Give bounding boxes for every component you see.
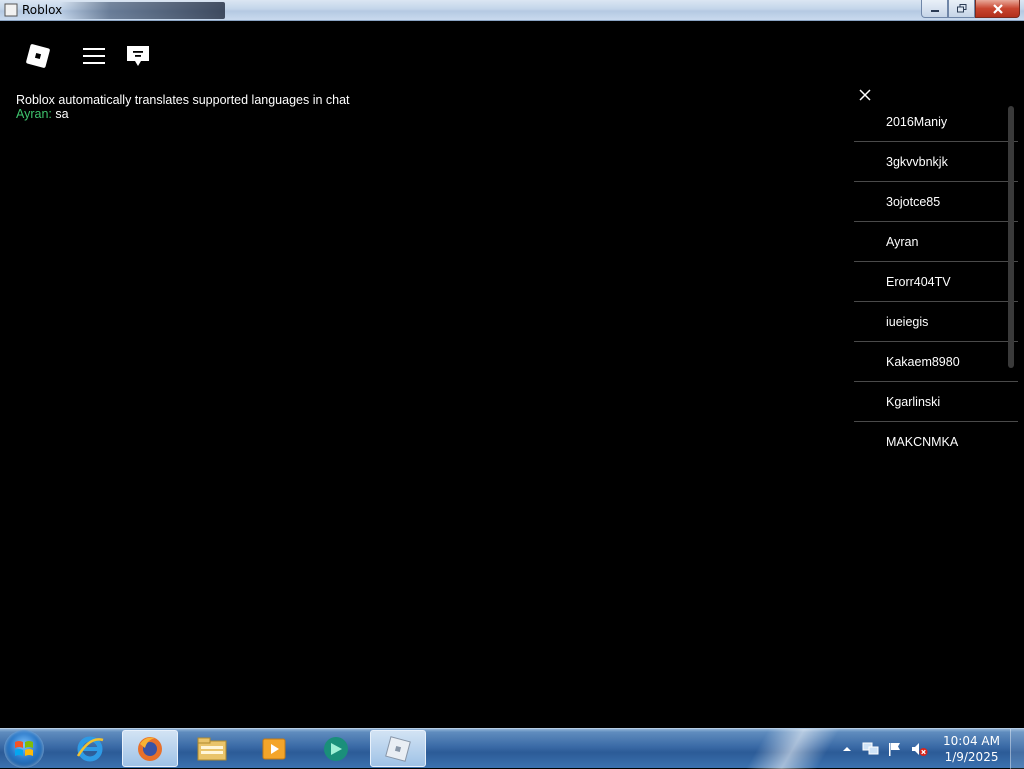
- show-hidden-icons-button[interactable]: [837, 739, 857, 759]
- chat-speaker: Ayran:: [16, 107, 52, 121]
- roblox-logo-icon: [26, 44, 50, 68]
- taskbar: 10:04 AM 1/9/2025: [0, 728, 1024, 769]
- network-icon: [862, 742, 879, 755]
- start-orb-icon: [15, 741, 33, 756]
- chat-icon: [127, 46, 149, 66]
- start-button[interactable]: [4, 730, 44, 768]
- restore-button[interactable]: [948, 0, 975, 18]
- action-center-tray-button[interactable]: [885, 739, 905, 759]
- close-window-icon: [992, 3, 1003, 14]
- internet-explorer-icon: [76, 736, 104, 761]
- network-tray-button[interactable]: [861, 739, 881, 759]
- player-list-item[interactable]: Ayran: [854, 222, 1018, 262]
- volume-muted-icon: [912, 743, 928, 756]
- clock-date: 1/9/2025: [944, 750, 999, 764]
- window-title: Roblox: [22, 3, 63, 17]
- system-tray: 10:04 AM 1/9/2025: [837, 729, 1024, 769]
- file-explorer-icon: [197, 737, 227, 760]
- chat-toggle-button[interactable]: [122, 40, 154, 72]
- roblox-window-icon: [4, 3, 18, 17]
- chat-text: sa: [51, 107, 69, 121]
- taskbar-file-explorer[interactable]: [184, 730, 240, 767]
- player-list-item[interactable]: MAKCNMKA: [854, 422, 1018, 462]
- player-list-scrollbar[interactable]: [1008, 106, 1014, 368]
- chevron-up-icon: [843, 747, 852, 751]
- taskbar-clock[interactable]: 10:04 AM 1/9/2025: [943, 733, 1000, 765]
- window-titlebar: Roblox: [0, 0, 1024, 21]
- player-list-item[interactable]: 3gkvvbnkjk: [854, 142, 1018, 182]
- taskbar-media-player[interactable]: [246, 730, 302, 767]
- taskbar-internet-explorer[interactable]: [62, 730, 118, 767]
- close-window-button[interactable]: [975, 0, 1020, 18]
- player-list-item[interactable]: iueiegis: [854, 302, 1018, 342]
- restore-icon: [956, 4, 966, 13]
- taskbar-firefox[interactable]: [122, 730, 178, 767]
- minimize-icon: [930, 9, 939, 12]
- hamburger-menu-icon: [83, 48, 105, 64]
- flag-icon: [889, 743, 901, 756]
- media-player-icon: [262, 738, 286, 759]
- roblox-menu-button[interactable]: [22, 40, 54, 72]
- clock-time: 10:04 AM: [943, 734, 1000, 748]
- player-list-item[interactable]: Kakaem8980: [854, 342, 1018, 382]
- show-desktop-button[interactable]: [1010, 729, 1024, 769]
- taskbar-roblox[interactable]: [370, 730, 426, 767]
- taskbar-app[interactable]: [308, 730, 364, 767]
- title-shade: [60, 2, 225, 19]
- chat-message: Ayran: sa: [16, 107, 350, 121]
- minimize-button[interactable]: [921, 0, 948, 18]
- player-list-item[interactable]: Kgarlinski: [854, 382, 1018, 422]
- chat-window: Roblox automatically translates supporte…: [16, 93, 350, 121]
- player-list-item[interactable]: 2016Maniy: [854, 102, 1018, 142]
- chat-system-message: Roblox automatically translates supporte…: [16, 93, 350, 107]
- volume-tray-button[interactable]: [909, 739, 929, 759]
- firefox-icon: [138, 736, 162, 761]
- window-controls: [921, 0, 1020, 18]
- player-list-item[interactable]: Erorr404TV: [854, 262, 1018, 302]
- app-icon: [324, 736, 348, 761]
- player-list: 2016Maniy 3gkvvbnkjk 3ojotce85 Ayran Ero…: [854, 102, 1018, 462]
- menu-button[interactable]: [78, 40, 110, 72]
- roblox-taskbar-icon: [385, 735, 411, 762]
- close-player-list-icon[interactable]: [857, 87, 873, 103]
- player-list-item[interactable]: 3ojotce85: [854, 182, 1018, 222]
